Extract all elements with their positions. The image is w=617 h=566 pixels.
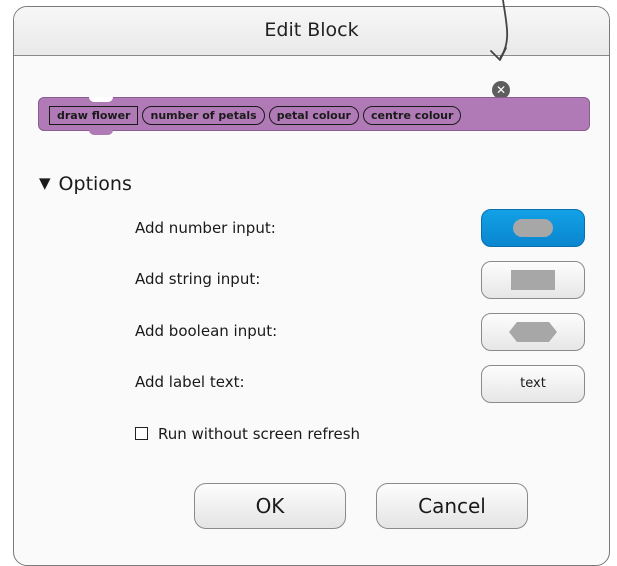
- block-items: draw flower number of petals petal colou…: [49, 106, 462, 125]
- custom-block-preview[interactable]: draw flower number of petals petal colou…: [38, 97, 590, 135]
- string-input-label: Add string input:: [135, 270, 261, 288]
- pill-shape-icon: [513, 219, 553, 237]
- add-string-input-button[interactable]: [481, 261, 585, 299]
- options-toggle[interactable]: ▼ Options: [39, 173, 132, 195]
- block-notch-top: [89, 97, 113, 102]
- param-petal-colour[interactable]: petal colour: [268, 106, 359, 125]
- add-boolean-input-button[interactable]: [481, 313, 585, 351]
- dialog-title: Edit Block: [264, 19, 359, 41]
- label-text-button-text: text: [520, 376, 546, 391]
- options-header-label: Options: [58, 173, 132, 195]
- rectangle-shape-icon: [511, 270, 555, 290]
- run-without-refresh-checkbox[interactable]: [135, 427, 148, 440]
- add-number-input-button[interactable]: [481, 209, 585, 247]
- number-input-label: Add number input:: [135, 219, 276, 237]
- param-centre-colour[interactable]: centre colour: [362, 106, 462, 125]
- triangle-down-icon: ▼: [39, 174, 51, 192]
- dialog-titlebar[interactable]: Edit Block: [14, 7, 609, 56]
- run-without-refresh-label: Run without screen refresh: [158, 425, 361, 443]
- block-notch-bottom: [89, 129, 113, 135]
- add-label-text-button[interactable]: text: [481, 365, 585, 403]
- boolean-input-label: Add boolean input:: [135, 322, 278, 340]
- cancel-button[interactable]: Cancel: [376, 483, 528, 529]
- block-name-label[interactable]: draw flower: [49, 106, 139, 125]
- ok-button[interactable]: OK: [194, 483, 346, 529]
- run-without-refresh-option[interactable]: Run without screen refresh: [135, 425, 360, 443]
- edit-block-dialog: Edit Block ✕ draw flower number of petal…: [13, 6, 610, 566]
- hexagon-shape-icon: [509, 322, 557, 342]
- label-text-label: Add label text:: [135, 373, 245, 391]
- param-number-of-petals[interactable]: number of petals: [142, 106, 265, 125]
